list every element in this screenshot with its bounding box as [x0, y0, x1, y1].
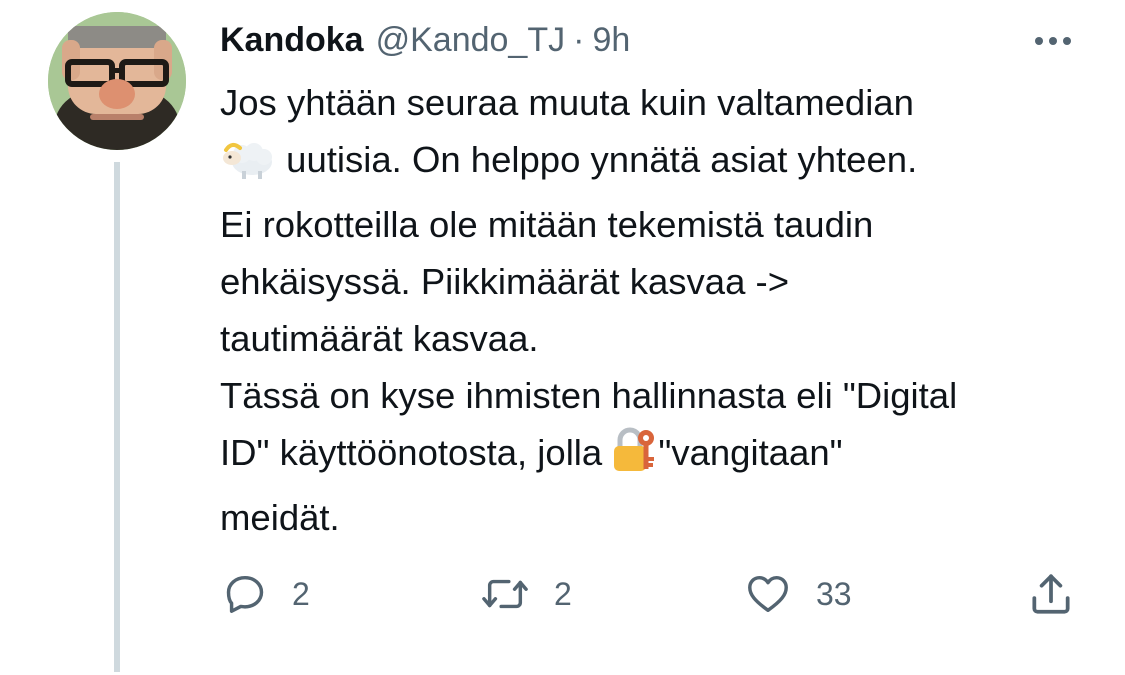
- tweet-text-line: Tässä on kyse ihmisten hallinnasta eli "…: [220, 375, 958, 416]
- tweet-text-line: Jos yhtään seuraa muuta kuin valtamedian: [220, 82, 914, 123]
- reply-button[interactable]: 2: [222, 566, 310, 622]
- tweet-text-line: ID" käyttöönotosta, jolla "vangitaan": [220, 424, 1090, 489]
- like-count: 33: [816, 575, 852, 612]
- tweet-text-line: tautimäärät kasvaa.: [220, 318, 539, 359]
- more-options-button[interactable]: [1028, 24, 1078, 58]
- retweet-icon: [482, 579, 528, 609]
- locked-with-key-emoji-icon: [612, 427, 658, 489]
- share-button[interactable]: [1026, 566, 1076, 622]
- header-separator: ·: [573, 21, 585, 59]
- tweet-text-line: ehkäisyssä. Piikkimäärät kasvaa ->: [220, 261, 790, 302]
- retweet-button[interactable]: 2: [480, 566, 572, 622]
- cartoon-old-man-avatar-icon: [48, 12, 186, 150]
- like-button[interactable]: 33: [744, 566, 852, 622]
- tweet-text-line: uutisia. On helppo ynnätä asiat yhteen.: [220, 131, 1090, 196]
- reply-icon: [226, 575, 264, 613]
- retweet-count: 2: [554, 575, 572, 612]
- tweet-actions: 2 2 33: [0, 566, 1125, 622]
- heart-icon: [748, 575, 788, 613]
- tweet-text-segment: ID" käyttöönotosta, jolla: [220, 432, 603, 473]
- tweet-text-line: meidät.: [220, 497, 340, 538]
- tweet-header: Kandoka @Kando_TJ · 9h: [220, 18, 630, 62]
- tweet-text-segment: "vangitaan": [658, 432, 843, 473]
- more-dots-icon: [1035, 37, 1071, 45]
- tweet-text: Jos yhtään seuraa muuta kuin valtamedian…: [220, 74, 1090, 546]
- author-display-name[interactable]: Kandoka: [220, 18, 364, 62]
- author-handle[interactable]: @Kando_TJ: [376, 18, 566, 62]
- tweet-text-segment: uutisia. On helppo ynnätä asiat yhteen.: [286, 139, 918, 180]
- tweet-timestamp[interactable]: 9h: [592, 18, 630, 62]
- reply-count: 2: [292, 575, 310, 612]
- sheep-emoji-icon: [220, 139, 276, 196]
- tweet-text-line: Ei rokotteilla ole mitään tekemistä taud…: [220, 204, 874, 245]
- avatar[interactable]: [48, 12, 186, 150]
- share-icon: [1032, 574, 1070, 614]
